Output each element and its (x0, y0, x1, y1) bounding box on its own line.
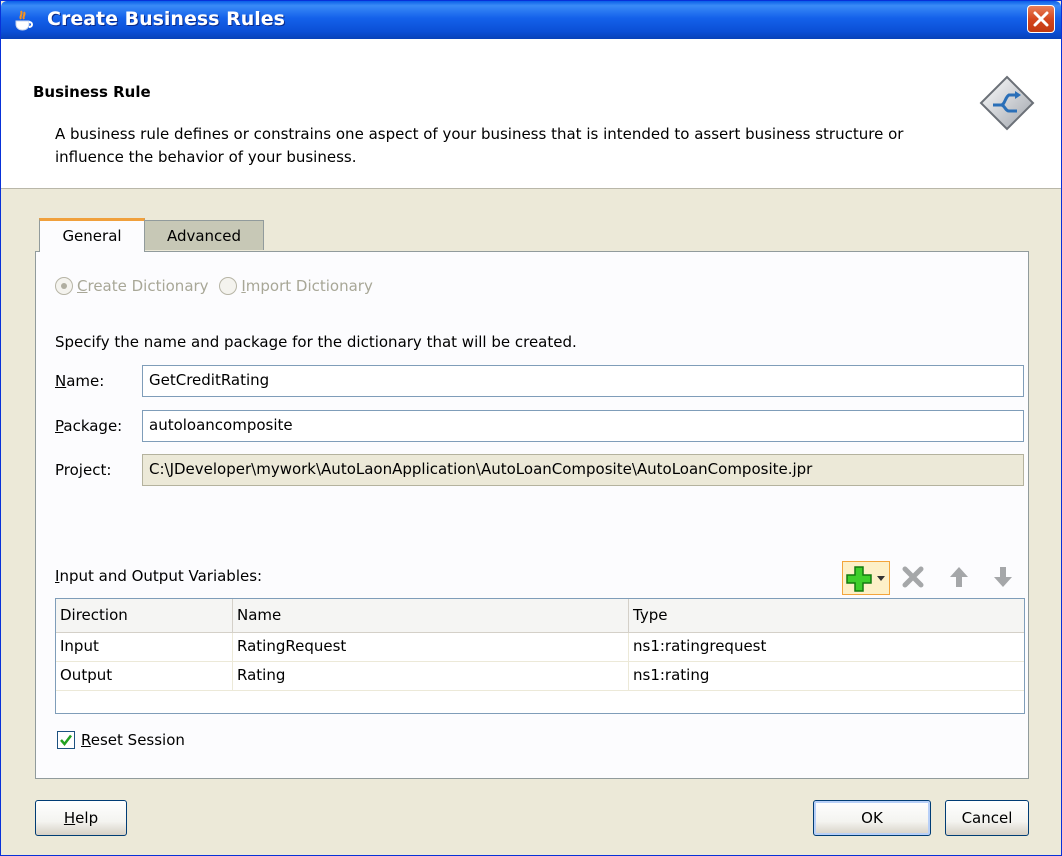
window-title: Create Business Rules (47, 8, 285, 30)
add-plus-icon (846, 566, 885, 592)
package-input[interactable]: autoloancomposite (142, 410, 1024, 442)
reset-session-checkbox[interactable] (57, 731, 75, 749)
table-row[interactable]: Output Rating ns1:rating (56, 662, 1024, 691)
variables-table: Direction Name Type Input RatingRequest … (55, 598, 1025, 714)
cell-name: Rating (233, 662, 629, 691)
project-label: Project: (55, 461, 112, 479)
ok-button[interactable]: OK (813, 800, 931, 836)
column-header-name[interactable]: Name (233, 599, 629, 633)
move-down-icon[interactable] (989, 563, 1017, 591)
column-header-direction[interactable]: Direction (56, 599, 233, 633)
create-dictionary-radio[interactable] (55, 277, 73, 295)
close-button[interactable] (1027, 5, 1055, 33)
create-business-rules-dialog: Create Business Rules Business Rule A bu… (0, 0, 1062, 856)
create-dictionary-label: Create Dictionary (77, 277, 209, 295)
banner-title: Business Rule (33, 83, 151, 101)
table-header: Direction Name Type (56, 599, 1024, 633)
move-up-icon[interactable] (945, 563, 973, 591)
help-button[interactable]: Help (35, 800, 127, 836)
dictionary-mode-radios: Create Dictionary Import Dictionary (55, 277, 379, 295)
name-label: Name: (55, 372, 105, 390)
import-dictionary-label: Import Dictionary (241, 277, 373, 295)
tab-advanced[interactable]: Advanced (144, 220, 264, 250)
header-banner: Business Rule A business rule defines or… (1, 39, 1061, 189)
cell-name: RatingRequest (233, 633, 629, 662)
cell-type: ns1:ratingrequest (633, 637, 767, 655)
table-row[interactable]: Input RatingRequest ns1:ratingrequest (56, 633, 1024, 662)
name-input[interactable]: GetCreditRating (142, 365, 1024, 397)
checkmark-icon (60, 734, 72, 746)
add-variable-button[interactable] (842, 561, 890, 595)
project-field: C:\JDeveloper\mywork\AutoLaonApplication… (142, 454, 1024, 486)
import-dictionary-radio[interactable] (219, 277, 238, 295)
cell-direction: Output (56, 662, 233, 691)
cell-direction: Input (56, 633, 233, 662)
java-cup-icon (15, 10, 33, 31)
delete-icon[interactable] (899, 563, 927, 591)
cancel-button[interactable]: Cancel (945, 800, 1029, 836)
title-bar[interactable]: Create Business Rules (1, 1, 1061, 39)
package-label: Package: (55, 417, 123, 435)
cell-type: ns1:rating (633, 666, 710, 684)
reset-session-label: Reset Session (81, 731, 185, 749)
reset-session-option[interactable]: Reset Session (57, 731, 185, 749)
close-icon (1033, 11, 1049, 27)
tab-general[interactable]: General (39, 218, 145, 252)
column-header-type[interactable]: Type (629, 599, 1024, 633)
business-rule-diamond-icon (979, 75, 1035, 131)
instruction-text: Specify the name and package for the dic… (55, 333, 577, 351)
banner-description: A business rule defines or constrains on… (55, 125, 904, 166)
variables-label: Input and Output Variables: (55, 567, 263, 585)
